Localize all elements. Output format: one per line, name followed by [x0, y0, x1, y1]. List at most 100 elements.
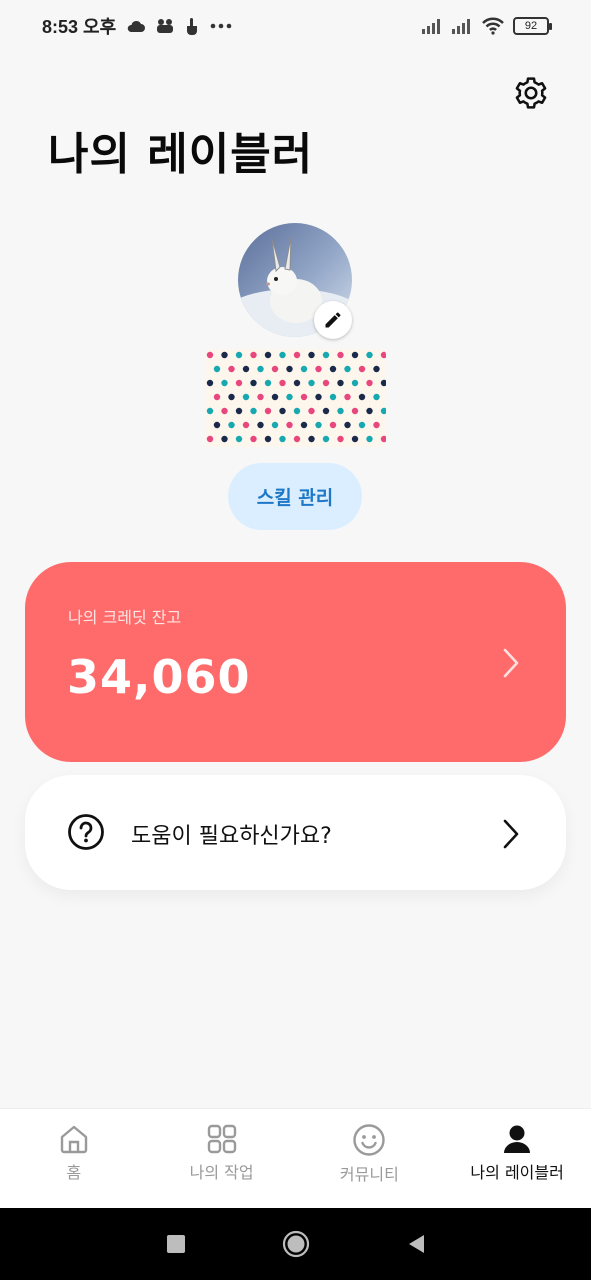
pattern-dot [308, 351, 315, 359]
pattern-dot [308, 435, 315, 443]
pattern-dot [293, 407, 301, 415]
pattern-dot [250, 435, 257, 443]
pattern-dot [293, 435, 301, 443]
nav-label: 홈 [66, 1163, 82, 1182]
pattern-dot [337, 435, 344, 443]
pattern-dot [213, 421, 221, 429]
pattern-dot [286, 365, 293, 373]
circle-icon [282, 1230, 309, 1258]
pattern-dot [351, 379, 359, 387]
credit-balance-card[interactable]: 나의 크레딧 잔고 34,060 [25, 562, 566, 762]
pattern-dot [329, 393, 337, 401]
grid-icon [207, 1124, 236, 1154]
pattern-dot [373, 393, 380, 401]
pattern-dot [235, 351, 243, 359]
battery-level: 92 [524, 20, 538, 32]
question-circle-icon [68, 814, 104, 850]
pattern-dot [308, 379, 315, 387]
pattern-dot [257, 393, 264, 401]
back-button[interactable] [406, 1233, 426, 1255]
pattern-dot [329, 365, 337, 373]
pattern-dot [235, 379, 243, 387]
pattern-dot [242, 393, 250, 401]
game-icon [157, 19, 174, 33]
pattern-dot [264, 379, 272, 387]
skill-manage-button[interactable]: 스킬 관리 [228, 463, 362, 530]
pattern-dot [358, 393, 366, 401]
pattern-dot [351, 351, 359, 359]
pattern-dot [322, 407, 330, 415]
pattern-dot [206, 351, 214, 359]
pattern-dot [293, 351, 301, 359]
nav-item-community[interactable]: 커뮤니티 [296, 1109, 444, 1208]
signal-icon [452, 19, 470, 34]
pattern-dot [300, 365, 308, 373]
pattern-dot [271, 365, 279, 373]
pattern-dot [221, 435, 228, 443]
more-icon [210, 23, 232, 29]
pattern-dot [315, 393, 322, 401]
battery-indicator: 92 [513, 17, 552, 35]
pencil-icon [325, 312, 341, 328]
credit-label: 나의 크레딧 잔고 [68, 608, 182, 627]
nav-item-my-labeler[interactable]: 나의 레이블러 [443, 1109, 591, 1208]
nav-label: 커뮤니티 [339, 1165, 399, 1184]
gear-icon [515, 77, 547, 109]
pattern-dot [221, 351, 228, 359]
page-title: 나의 레이블러 [48, 129, 314, 180]
nav-item-my-tasks[interactable]: 나의 작업 [148, 1109, 296, 1208]
system-navigation-bar [0, 1208, 591, 1280]
pattern-dot [221, 407, 228, 415]
pattern-dot [228, 393, 235, 401]
pattern-dot [279, 407, 286, 415]
pattern-dot [366, 407, 373, 415]
pattern-dot [337, 407, 344, 415]
touch-icon [187, 18, 198, 35]
help-card[interactable]: 도움이 필요하신가요? [25, 775, 566, 890]
chevron-right-icon [503, 819, 519, 849]
signal-icon [422, 19, 440, 34]
pattern-dot [344, 365, 351, 373]
credit-value: 34,060 [67, 650, 251, 704]
pattern-dot [264, 435, 272, 443]
pattern-dot [351, 407, 359, 415]
pattern-dot [373, 365, 380, 373]
nav-item-home[interactable]: 홈 [0, 1109, 148, 1208]
pattern-dot [264, 351, 272, 359]
pattern-dot [242, 365, 250, 373]
status-bar: 8:53 오후 92 [0, 0, 591, 52]
smile-icon [353, 1124, 386, 1156]
pattern-dot [271, 393, 279, 401]
pattern-dot [358, 421, 366, 429]
pattern-dot [366, 351, 373, 359]
pattern-dot [344, 421, 351, 429]
status-system-icons: 92 [421, 17, 552, 35]
pattern-dot [322, 379, 330, 387]
pattern-dot [257, 421, 264, 429]
pattern-dot [315, 421, 322, 429]
pattern-dot [228, 365, 235, 373]
pattern-dot [351, 435, 359, 443]
recent-apps-button[interactable] [166, 1234, 186, 1254]
pattern-dot [322, 435, 330, 443]
pattern-dot [358, 365, 366, 373]
pattern-dot [235, 407, 243, 415]
home-system-button[interactable] [282, 1230, 310, 1258]
pattern-dot [221, 379, 228, 387]
polka-dot-pattern [206, 349, 386, 447]
pattern-dot [286, 393, 293, 401]
pattern-dot [322, 351, 330, 359]
help-label: 도움이 필요하신가요? [131, 824, 332, 849]
settings-button[interactable] [510, 72, 552, 114]
edit-avatar-button[interactable] [314, 301, 352, 339]
pattern-dot [315, 365, 322, 373]
pattern-dot [286, 421, 293, 429]
pattern-dot [279, 379, 286, 387]
pattern-dot [213, 393, 221, 401]
pattern-dot [257, 365, 264, 373]
nav-label: 나의 작업 [189, 1163, 254, 1182]
home-icon [60, 1125, 88, 1154]
pattern-dot [366, 435, 373, 443]
profile-pattern-banner [206, 349, 386, 447]
pattern-dot [228, 421, 235, 429]
